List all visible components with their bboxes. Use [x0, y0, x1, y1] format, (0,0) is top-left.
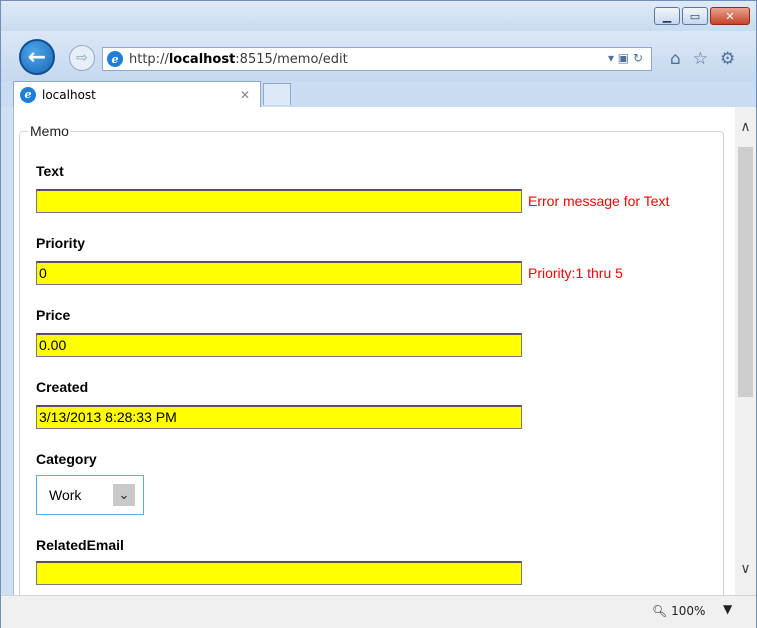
- scroll-up-icon[interactable]: ∧: [735, 119, 756, 135]
- category-select[interactable]: Work ⌄: [36, 475, 144, 515]
- navigation-bar: ← ⇨ e http://localhost:8515/memo/edit ▾ …: [1, 31, 756, 81]
- ie-logo-icon: e: [20, 86, 36, 103]
- title-bar: ▁ ▭ ✕: [1, 1, 756, 31]
- forward-button[interactable]: ⇨: [69, 45, 95, 71]
- tab-localhost[interactable]: e localhost ✕: [13, 81, 261, 107]
- vertical-scrollbar[interactable]: ∧ ∨: [735, 107, 756, 595]
- address-tools[interactable]: ▾ ▣ ↻: [608, 51, 643, 65]
- browser-window: ▁ ▭ ✕ ← ⇨ e http://localhost:8515/memo/e…: [0, 0, 757, 628]
- price-input[interactable]: 0.00: [36, 333, 522, 357]
- zoom-dropdown-icon[interactable]: ▼: [723, 602, 732, 616]
- created-input[interactable]: 3/13/2013 8:28:33 PM: [36, 405, 522, 429]
- forward-icon: ⇨: [76, 50, 88, 66]
- favorites-icon[interactable]: ☆: [693, 49, 708, 69]
- scrollbar-thumb[interactable]: [738, 147, 753, 397]
- ie-logo-icon: e: [107, 51, 123, 67]
- close-button[interactable]: ✕: [710, 7, 750, 25]
- price-label: Price: [36, 307, 71, 323]
- url-prefix: http://: [129, 51, 169, 67]
- priority-label: Priority: [36, 235, 86, 251]
- back-button[interactable]: ←: [19, 39, 55, 75]
- page-content: Memo Text Error message for Text Priorit…: [13, 107, 736, 595]
- settings-icon[interactable]: ⚙: [720, 49, 735, 69]
- minimize-button[interactable]: ▁: [654, 7, 680, 25]
- close-icon: ✕: [725, 9, 735, 23]
- url-host: localhost: [168, 51, 236, 67]
- chevron-down-icon[interactable]: ⌄: [113, 484, 135, 506]
- created-label: Created: [36, 379, 89, 395]
- related-email-input[interactable]: [36, 561, 522, 585]
- text-input[interactable]: [36, 189, 522, 213]
- maximize-icon: ▭: [689, 9, 701, 23]
- priority-error-message: Priority:1 thru 5: [528, 265, 623, 281]
- home-icon[interactable]: ⌂: [670, 49, 681, 69]
- tab-title: localhost: [42, 87, 96, 102]
- scroll-down-icon[interactable]: ∨: [735, 561, 756, 577]
- back-icon: ←: [27, 44, 47, 70]
- zoom-value: 100%: [671, 604, 706, 618]
- text-error-message: Error message for Text: [528, 193, 670, 209]
- window-controls: ▁ ▭ ✕: [654, 7, 750, 25]
- browser-toolbar: ⌂ ☆ ⚙: [670, 49, 735, 69]
- tab-bar: e localhost ✕: [1, 81, 756, 107]
- related-email-label: RelatedEmail: [36, 537, 124, 553]
- zoom-level[interactable]: 🔍︎ 100%: [652, 604, 705, 618]
- minimize-icon: ▁: [662, 9, 672, 23]
- category-label: Category: [36, 451, 97, 467]
- address-bar[interactable]: e http://localhost:8515/memo/edit ▾ ▣ ↻: [102, 47, 652, 71]
- zoom-icon: 🔍︎: [652, 604, 668, 618]
- fieldset-legend: Memo: [30, 123, 69, 139]
- text-label: Text: [36, 163, 64, 179]
- new-tab-button[interactable]: [263, 83, 291, 105]
- category-selected-value: Work: [49, 487, 82, 503]
- maximize-button[interactable]: ▭: [682, 7, 708, 25]
- tab-close-icon[interactable]: ✕: [240, 88, 250, 102]
- status-bar: 🔍︎ 100% ▼: [1, 595, 756, 628]
- url-path: :8515/memo/edit: [235, 51, 348, 67]
- priority-input[interactable]: 0: [36, 261, 522, 285]
